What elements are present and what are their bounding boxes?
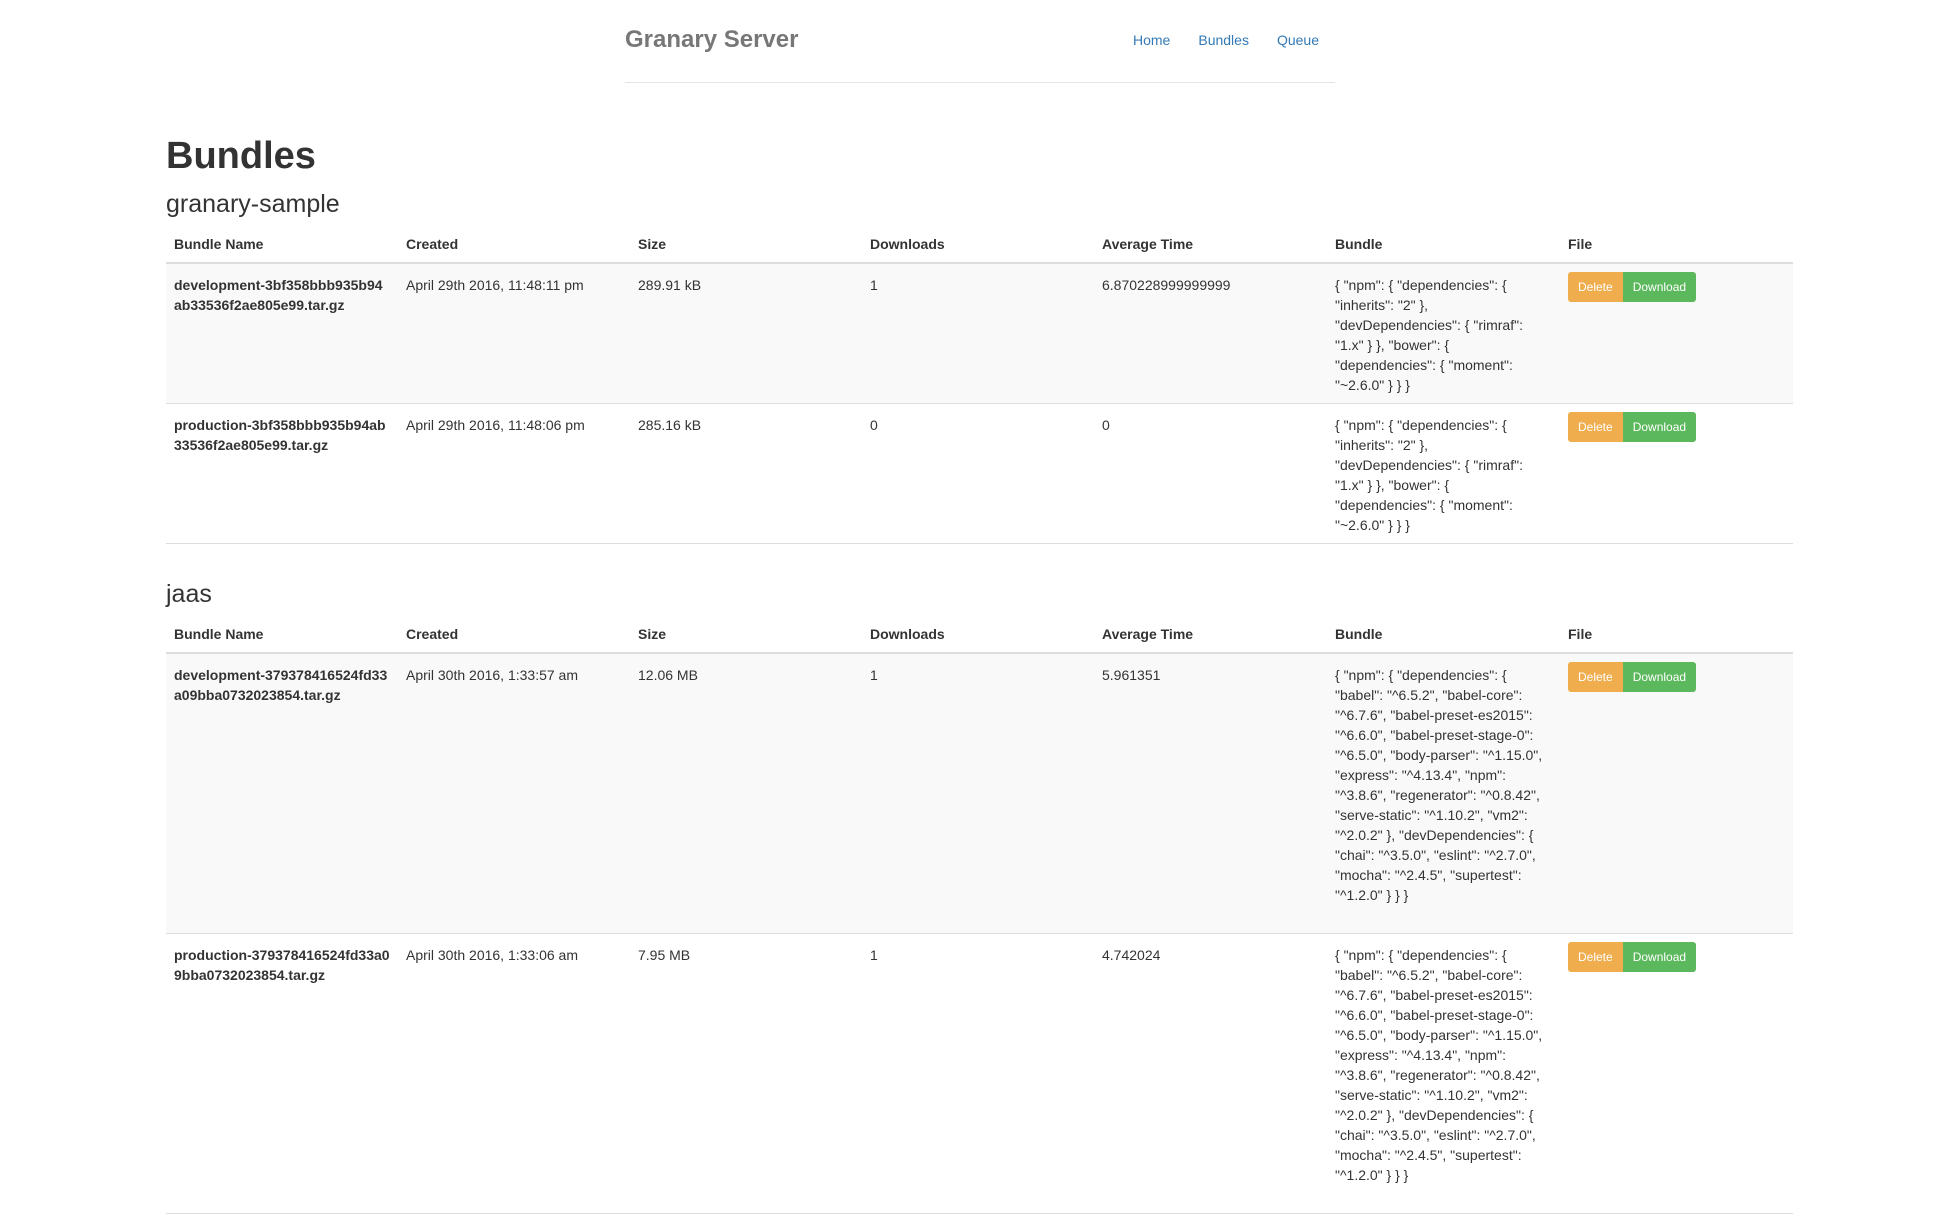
main-content: Bundles granary-sample Bundle Name Creat… xyxy=(166,130,1793,1214)
bundle-json-cell: { "npm": { "dependencies": { "babel": "^… xyxy=(1327,653,1560,934)
col-bundle-name: Bundle Name xyxy=(166,226,398,264)
col-bundle: Bundle xyxy=(1327,616,1560,654)
delete-button[interactable]: Delete xyxy=(1568,412,1623,442)
downloads-cell: 1 xyxy=(862,653,1094,934)
file-button-group: Delete Download xyxy=(1568,412,1785,442)
size-cell: 285.16 kB xyxy=(630,403,862,544)
table-header-row: Bundle Name Created Size Downloads Avera… xyxy=(166,616,1793,654)
download-button[interactable]: Download xyxy=(1622,941,1697,972)
group-title: jaas xyxy=(166,580,212,608)
download-button[interactable]: Download xyxy=(1622,662,1697,692)
table-row: development-3bf358bbb935b94ab33536f2ae80… xyxy=(166,263,1793,404)
delete-button[interactable]: Delete xyxy=(1568,941,1623,972)
group-title: granary-sample xyxy=(166,190,340,218)
file-cell: Delete Download xyxy=(1560,263,1793,404)
average-time-cell: 4.742024 xyxy=(1094,933,1327,1214)
bundle-group: granary-sample Bundle Name Created Size … xyxy=(166,182,1793,544)
col-bundle: Bundle xyxy=(1327,226,1560,264)
size-cell: 12.06 MB xyxy=(630,653,862,934)
brand-title[interactable]: Granary Server xyxy=(625,26,798,54)
size-cell: 7.95 MB xyxy=(630,933,862,1214)
col-created: Created xyxy=(398,226,630,264)
nav-link-queue[interactable]: Queue xyxy=(1277,32,1319,48)
col-average-time: Average Time xyxy=(1094,226,1327,264)
nav-link-home[interactable]: Home xyxy=(1133,32,1170,48)
file-button-group: Delete Download xyxy=(1568,272,1785,302)
delete-button[interactable]: Delete xyxy=(1568,272,1623,302)
bundle-json-cell: { "npm": { "dependencies": { "inherits":… xyxy=(1327,263,1560,404)
file-cell: Delete Download xyxy=(1560,933,1793,1214)
navbar: Granary Server Home Bundles Queue xyxy=(625,0,1335,83)
col-downloads: Downloads xyxy=(862,226,1094,264)
file-button-group: Delete Download xyxy=(1568,941,1785,972)
col-created: Created xyxy=(398,616,630,654)
table-row: production-379378416524fd33a09bba0732023… xyxy=(166,933,1793,1214)
col-average-time: Average Time xyxy=(1094,616,1327,654)
file-cell: Delete Download xyxy=(1560,403,1793,544)
bundle-group: jaas Bundle Name Created Size Downloads … xyxy=(166,572,1793,1214)
downloads-cell: 0 xyxy=(862,403,1094,544)
bundles-table: Bundle Name Created Size Downloads Avera… xyxy=(166,616,1793,1214)
bundle-name-cell: development-379378416524fd33a09bba073202… xyxy=(166,653,398,934)
bundles-table: Bundle Name Created Size Downloads Avera… xyxy=(166,226,1793,544)
nav-link-bundles[interactable]: Bundles xyxy=(1198,32,1249,48)
average-time-cell: 6.870228999999999 xyxy=(1094,263,1327,404)
col-file: File xyxy=(1560,616,1793,654)
nav-links: Home Bundles Queue xyxy=(1133,32,1319,48)
downloads-cell: 1 xyxy=(862,263,1094,404)
delete-button[interactable]: Delete xyxy=(1568,662,1623,692)
col-size: Size xyxy=(630,226,862,264)
col-bundle-name: Bundle Name xyxy=(166,616,398,654)
created-cell: April 30th 2016, 1:33:57 am xyxy=(398,653,630,934)
bundle-json-cell: { "npm": { "dependencies": { "babel": "^… xyxy=(1327,933,1560,1214)
average-time-cell: 5.961351 xyxy=(1094,653,1327,934)
col-size: Size xyxy=(630,616,862,654)
download-button[interactable]: Download xyxy=(1622,412,1697,442)
file-cell: Delete Download xyxy=(1560,653,1793,934)
size-cell: 289.91 kB xyxy=(630,263,862,404)
bundle-name-cell: development-3bf358bbb935b94ab33536f2ae80… xyxy=(166,263,398,404)
downloads-cell: 1 xyxy=(862,933,1094,1214)
table-row: production-3bf358bbb935b94ab33536f2ae805… xyxy=(166,403,1793,544)
download-button[interactable]: Download xyxy=(1622,272,1697,302)
bundle-json-cell: { "npm": { "dependencies": { "inherits":… xyxy=(1327,403,1560,544)
bundle-name-cell: production-379378416524fd33a09bba0732023… xyxy=(166,933,398,1214)
page-title: Bundles xyxy=(166,135,316,177)
table-header-row: Bundle Name Created Size Downloads Avera… xyxy=(166,226,1793,264)
col-file: File xyxy=(1560,226,1793,264)
average-time-cell: 0 xyxy=(1094,403,1327,544)
created-cell: April 30th 2016, 1:33:06 am xyxy=(398,933,630,1214)
created-cell: April 29th 2016, 11:48:11 pm xyxy=(398,263,630,404)
bundle-name-cell: production-3bf358bbb935b94ab33536f2ae805… xyxy=(166,403,398,544)
created-cell: April 29th 2016, 11:48:06 pm xyxy=(398,403,630,544)
file-button-group: Delete Download xyxy=(1568,662,1785,692)
table-row: development-379378416524fd33a09bba073202… xyxy=(166,653,1793,934)
col-downloads: Downloads xyxy=(862,616,1094,654)
